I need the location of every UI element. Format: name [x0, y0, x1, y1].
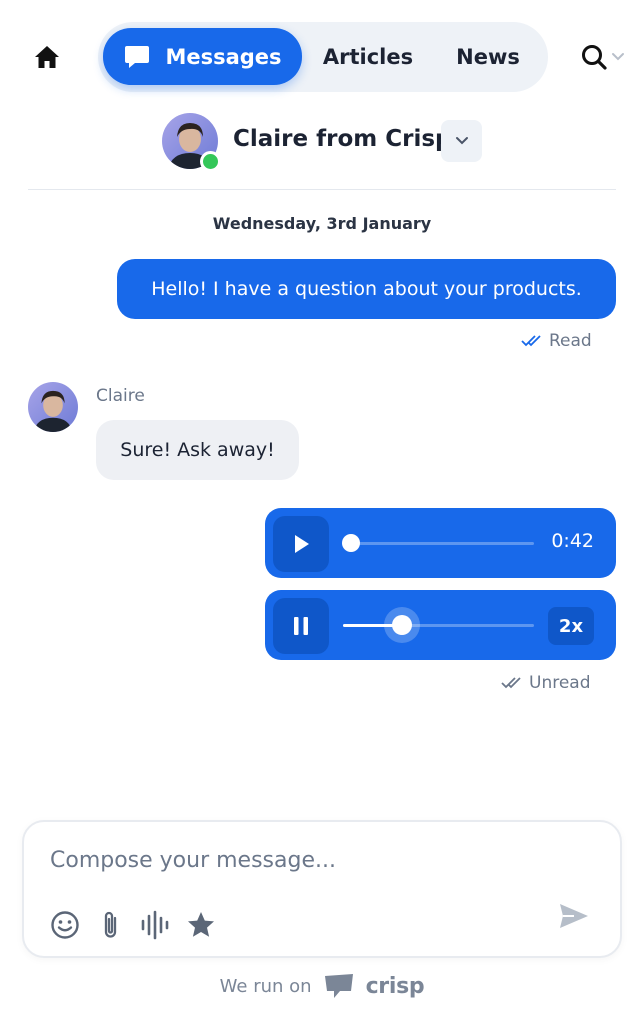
send-button[interactable]	[554, 898, 594, 934]
message-text: Sure! Ask away!	[120, 439, 275, 461]
operator-message-bubble: Sure! Ask away!	[96, 420, 299, 480]
chevron-down-icon	[455, 137, 468, 145]
operator-avatar	[28, 382, 78, 432]
operator-name: Claire	[96, 386, 145, 406]
star-icon	[188, 912, 214, 937]
tab-label: Messages	[165, 44, 282, 69]
tab-messages[interactable]: Messages	[103, 28, 302, 85]
home-button[interactable]	[32, 42, 62, 72]
tab-news[interactable]: News	[440, 28, 536, 85]
search-button[interactable]	[580, 42, 632, 72]
home-icon	[35, 46, 59, 68]
message-composer	[22, 820, 622, 958]
footer-brand: crisp	[365, 973, 425, 999]
tab-label: Articles	[322, 44, 414, 69]
message-unread-status: Unread	[501, 673, 591, 693]
visitor-message-bubble: Hello! I have a question about your prod…	[117, 259, 616, 319]
crisp-logo-icon	[324, 974, 353, 998]
header-divider	[28, 189, 616, 190]
audio-message: 0:42	[265, 508, 616, 578]
audio-progress-handle[interactable]	[392, 615, 413, 635]
footer-text: We run on	[219, 975, 312, 997]
tab-articles[interactable]: Articles	[315, 28, 421, 85]
pause-button[interactable]	[273, 598, 329, 654]
attachment-button[interactable]	[94, 908, 128, 942]
voice-icon	[141, 910, 169, 940]
agent-details-toggle[interactable]	[441, 120, 482, 162]
agent-name: Claire from Crisp	[233, 126, 452, 152]
search-icon	[582, 45, 607, 70]
chat-bubble-icon	[125, 45, 150, 68]
audio-progress-track[interactable]	[343, 615, 534, 635]
message-text: Hello! I have a question about your prod…	[151, 278, 582, 300]
audio-message: 2x	[265, 590, 616, 660]
favorite-button[interactable]	[184, 908, 218, 942]
playback-speed-button[interactable]: 2x	[548, 607, 594, 645]
play-button[interactable]	[273, 516, 329, 572]
emoji-icon	[51, 911, 79, 939]
powered-by-footer[interactable]: We run on crisp	[0, 973, 644, 999]
emoji-button[interactable]	[48, 908, 82, 942]
status-label: Unread	[529, 673, 591, 693]
compose-input[interactable]	[50, 840, 570, 880]
online-status-indicator	[200, 151, 221, 172]
attachment-icon	[104, 911, 117, 938]
double-check-icon	[501, 677, 521, 689]
play-icon	[295, 535, 309, 553]
message-read-status: Read	[521, 331, 592, 351]
status-label: Read	[549, 331, 592, 351]
audio-duration: 0:42	[551, 530, 594, 552]
audio-progress-track[interactable]	[342, 534, 534, 552]
pause-icon	[294, 617, 308, 635]
tab-label: News	[456, 44, 520, 69]
audio-progress-handle[interactable]	[342, 534, 360, 552]
chevron-down-icon	[612, 53, 624, 61]
voice-message-button[interactable]	[138, 908, 172, 942]
date-separator: Wednesday, 3rd January	[212, 214, 432, 233]
send-icon	[560, 904, 588, 928]
double-check-icon	[521, 335, 541, 347]
